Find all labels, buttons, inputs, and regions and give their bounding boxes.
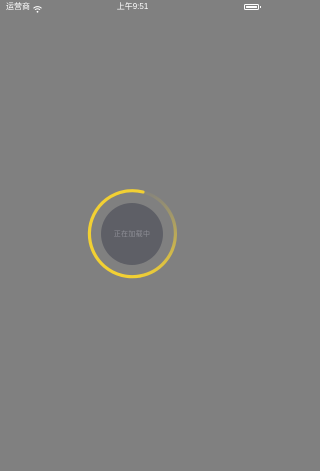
loading-label: 正在加载中 bbox=[113, 231, 151, 238]
loading-indicator: 正在加载中 bbox=[84, 185, 180, 281]
loading-disc: 正在加载中 bbox=[101, 203, 163, 265]
battery-icon bbox=[244, 4, 261, 10]
status-time: 上午9:51 bbox=[116, 2, 149, 11]
status-bar: 运营商 上午9:51 bbox=[0, 0, 265, 14]
